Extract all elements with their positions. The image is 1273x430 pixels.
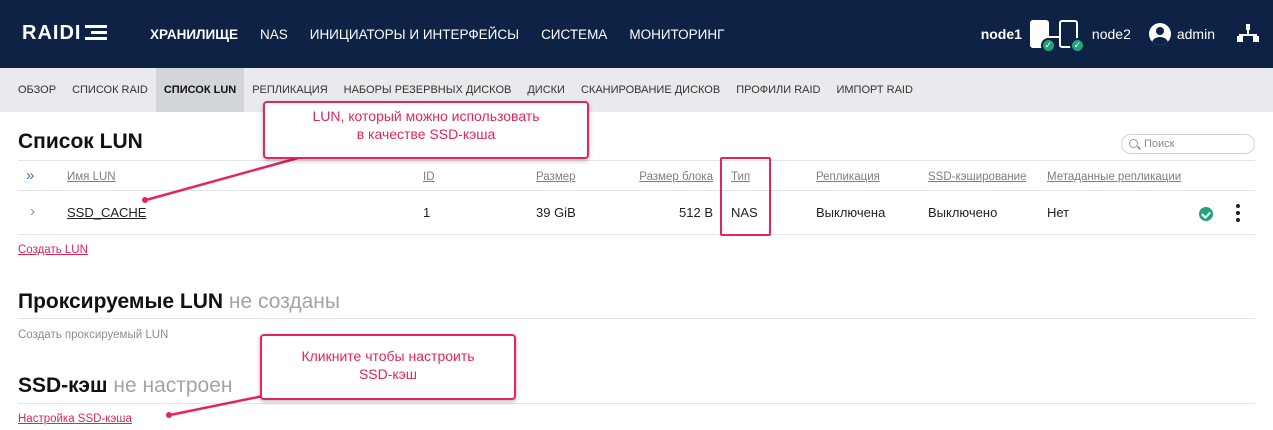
callout-line: SSD-кэш: [358, 366, 418, 382]
node2-ok-icon: ✓: [1069, 38, 1085, 53]
lun-replication: Выключена: [816, 205, 886, 220]
divider: [18, 234, 1255, 235]
col-id[interactable]: ID: [423, 171, 435, 183]
proxy-luns-title-text: Проксируемые LUN: [18, 290, 224, 313]
col-lun-name[interactable]: Имя LUN: [67, 171, 116, 183]
col-size[interactable]: Размер: [536, 171, 576, 183]
create-lun-link[interactable]: Создать LUN: [18, 244, 88, 256]
node1-ok-icon: ✓: [1040, 38, 1056, 53]
lun-callout-dot: [142, 197, 148, 203]
lun-id: 1: [423, 205, 431, 220]
logo-mark-icon: [85, 24, 108, 42]
col-replication[interactable]: Репликация: [816, 171, 880, 183]
divider: [18, 403, 1255, 404]
divider: [18, 318, 1255, 319]
status-ok-icon: [1199, 207, 1213, 221]
setup-callout-dot: [166, 412, 172, 418]
user-icon[interactable]: [1148, 23, 1171, 45]
expand-all-icon[interactable]: »: [26, 167, 34, 184]
col-block-size[interactable]: Размер блока: [620, 171, 713, 183]
main-nav: ХРАНИЛИЩЕ NAS ИНИЦИАТОРЫ И ИНТЕРФЕЙСЫ СИ…: [150, 0, 724, 68]
chevron-right-icon[interactable]: ›: [30, 203, 35, 220]
create-proxy-lun-text[interactable]: Создать проксируемый LUN: [18, 329, 168, 341]
ssd-cache-title: SSD-кэш не настроен: [18, 374, 233, 398]
raidix-logo[interactable]: RAIDI: [22, 21, 108, 45]
subnav-raid-list[interactable]: СПИСОК RAID: [64, 68, 156, 112]
lun-name-link[interactable]: SSD_CACHE: [67, 205, 146, 220]
lun-block-size: 512 B: [679, 205, 713, 220]
nav-storage[interactable]: ХРАНИЛИЩЕ: [150, 27, 238, 42]
proxy-luns-status: не созданы: [228, 290, 341, 313]
lun-replication-metadata: Нет: [1047, 205, 1070, 220]
col-ssd-caching[interactable]: SSD-кэширование: [928, 171, 1027, 183]
node1-icon[interactable]: ✓: [1029, 20, 1056, 53]
ssd-cache-status: не настроен: [113, 374, 233, 397]
cluster-tree-icon[interactable]: [1237, 24, 1259, 44]
subnav-drive-scan[interactable]: СКАНИРОВАНИЕ ДИСКОВ: [573, 68, 728, 112]
lun-size: 39 GiB: [536, 205, 576, 220]
ssd-cache-setup-link[interactable]: Настройка SSD-кэша: [18, 413, 132, 425]
top-bar: RAIDI ХРАНИЛИЩЕ NAS ИНИЦИАТОРЫ И ИНТЕРФЕ…: [0, 0, 1273, 68]
lun-callout-pointer: [145, 156, 299, 202]
more-menu-icon[interactable]: [1236, 204, 1240, 222]
lun-ssd-cache-callout: LUN, который можно использовать в качест…: [263, 101, 589, 159]
subnav-raid-import[interactable]: ИМПОРТ RAID: [828, 68, 920, 112]
col-replication-metadata[interactable]: Метаданные репликации: [1047, 171, 1181, 183]
logo-text: RAIDI: [22, 21, 82, 44]
header-right: node1 ✓ ✓ node2 admin: [981, 0, 1273, 68]
lun-list-title: Список LUN: [18, 130, 143, 153]
type-column-highlight: [720, 157, 771, 236]
nav-initiators-interfaces[interactable]: ИНИЦИАТОРЫ И ИНТЕРФЕЙСЫ: [310, 27, 519, 42]
ssd-cache-title-text: SSD-кэш: [18, 374, 108, 397]
node1-label[interactable]: node1: [981, 26, 1022, 42]
search-placeholder: Поиск: [1144, 138, 1175, 150]
subnav-lun-list[interactable]: СПИСОК LUN: [155, 68, 245, 112]
node2-label[interactable]: node2: [1092, 26, 1131, 42]
search-icon: [1129, 139, 1138, 148]
nav-nas[interactable]: NAS: [260, 27, 288, 42]
callout-line: LUN, который можно использовать: [312, 108, 540, 124]
proxy-luns-title: Проксируемые LUN не созданы: [18, 290, 340, 314]
nav-system[interactable]: СИСТЕМА: [541, 27, 607, 42]
sub-nav: ОБЗОР СПИСОК RAID СПИСОК LUN РЕПЛИКАЦИЯ …: [0, 68, 1273, 112]
subnav-raid-profiles[interactable]: ПРОФИЛИ RAID: [728, 68, 828, 112]
search-input[interactable]: Поиск: [1121, 134, 1255, 154]
setup-ssd-cache-callout: Кликните чтобы настроить SSD-кэш: [260, 334, 516, 400]
lun-ssd-caching: Выключено: [928, 205, 998, 220]
divider: [18, 190, 1255, 191]
nav-monitoring[interactable]: МОНИТОРИНГ: [629, 27, 724, 42]
user-name[interactable]: admin: [1177, 26, 1215, 42]
subnav-overview[interactable]: ОБЗОР: [0, 68, 64, 112]
callout-line: в качестве SSD-кэша: [356, 126, 496, 142]
callout-line: Кликните чтобы настроить: [301, 348, 475, 364]
setup-callout-pointer: [169, 393, 269, 417]
divider: [18, 160, 1255, 161]
node2-icon[interactable]: ✓: [1058, 20, 1085, 53]
